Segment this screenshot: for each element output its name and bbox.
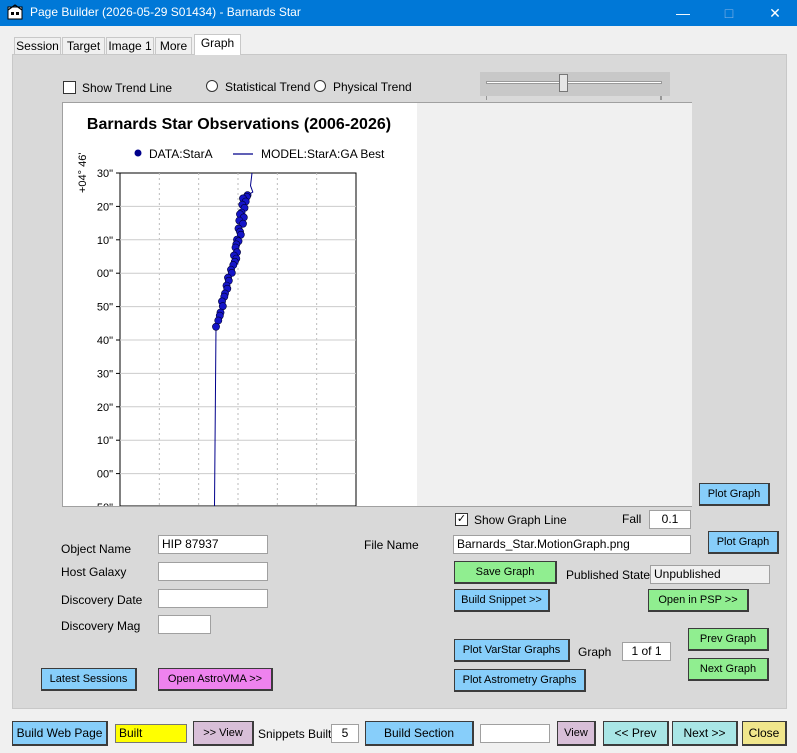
statistical-trend-label: Statistical Trend [225,80,311,94]
show-graph-line-checkbox[interactable]: ✓ [455,513,468,526]
plot-astrometry-graphs-button[interactable]: Plot Astrometry Graphs [454,669,586,692]
y-tick-label: 30" [97,168,113,180]
app-icon [7,4,23,20]
minimize-icon[interactable]: — [660,0,706,26]
plot-graph-button[interactable]: Plot Graph [708,531,779,554]
build-snippet-button[interactable]: Build Snippet >> [454,589,550,612]
next-graph-button[interactable]: Next Graph [688,658,769,681]
build-status-field: Built [115,724,187,743]
file-name-input[interactable]: Barnards_Star.MotionGraph.png [453,535,691,554]
physical-trend-radio[interactable] [314,80,326,92]
show-graph-line-label: Show Graph Line [474,513,567,527]
save-graph-button[interactable]: Save Graph [454,561,557,584]
fall-input[interactable]: 0.1 [649,510,691,529]
file-name-label: File Name [364,538,419,552]
section-field[interactable] [480,724,550,743]
host-galaxy-label: Host Galaxy [61,565,127,579]
next-button[interactable]: Next >> [672,721,738,746]
legend-data-marker [134,149,142,157]
motion-chart: Barnards Star Observations (2006-2026) D… [77,116,391,506]
tab-target[interactable]: Target [62,37,105,55]
prev-graph-button[interactable]: Prev Graph [688,628,769,651]
build-web-page-button[interactable]: Build Web Page [12,721,108,746]
snippets-built-field: 5 [331,724,359,743]
graph-index-field: 1 of 1 [622,642,671,661]
view-section-button[interactable]: View [557,721,596,746]
open-in-psp-button[interactable]: Open in PSP >> [648,589,749,612]
graph-label: Graph [578,645,612,659]
discovery-date-input[interactable] [158,589,268,608]
discovery-mag-input[interactable] [158,615,211,634]
tab-image-1[interactable]: Image 1 [106,37,154,55]
trend-slider[interactable] [480,72,670,100]
tab-more[interactable]: More [155,37,192,55]
fall-label: Fall [622,512,642,526]
physical-trend-label: Physical Trend [333,80,412,94]
object-name-label: Object Name [61,542,132,556]
y-tick-label: 40" [97,335,113,347]
close-button[interactable]: Close [742,721,787,746]
y-tick-label: 30" [97,368,113,380]
latest-sessions-button[interactable]: Latest Sessions [41,668,137,691]
y-tick-label: 50" [97,302,113,314]
snippets-built-label: Snippets Built [258,727,332,741]
window-title: Page Builder (2026-05-29 S01434) - Barna… [30,5,301,19]
discovery-mag-label: Discovery Mag [61,619,141,633]
data-point [212,322,220,331]
slider-ticks [485,89,662,100]
build-section-button[interactable]: Build Section [365,721,474,746]
discovery-date-label: Discovery Date [61,593,143,607]
y-tick-label: 00" [97,469,113,481]
slider-track [486,81,662,84]
view-web-page-button[interactable]: >> View [193,721,254,746]
y-tick-label: 20" [97,201,113,213]
tab-graph[interactable]: Graph [194,34,241,55]
plot-graph-top-button[interactable]: Plot Graph [699,483,770,506]
statistical-trend-radio[interactable] [206,80,218,92]
y-tick-label: 20" [97,402,113,414]
prev-button[interactable]: << Prev [603,721,669,746]
show-trend-line-label: Show Trend Line [82,81,173,95]
y-tick-label: 10" [97,235,113,247]
published-state-label: Published State [566,568,651,582]
chart-empty-area [417,103,692,506]
show-trend-line-checkbox[interactable] [63,81,76,94]
published-state-field: Unpublished [650,565,770,584]
plot-varstar-graphs-button[interactable]: Plot VarStar Graphs [454,639,570,662]
open-astrovma-button[interactable]: Open AstroVMA >> [158,668,273,691]
title-bar: Page Builder (2026-05-29 S01434) - Barna… [0,0,797,26]
object-name-input[interactable]: HIP 87937 [158,535,268,554]
maximize-icon: □ [724,5,734,21]
y-axis-label: +04° 46' [77,153,89,193]
legend-data-label: DATA:StarA [149,147,213,161]
tab-session[interactable]: Session [14,37,61,55]
y-tick-label: 10" [97,435,113,447]
host-galaxy-input[interactable] [158,562,268,581]
chart-title: Barnards Star Observations (2006-2026) [87,116,391,133]
y-tick-label: 00" [97,268,113,280]
close-icon[interactable]: ✕ [752,0,797,26]
legend-model-label: MODEL:StarA:GA Best [261,147,385,161]
y-tick-label: 50" [97,502,113,506]
